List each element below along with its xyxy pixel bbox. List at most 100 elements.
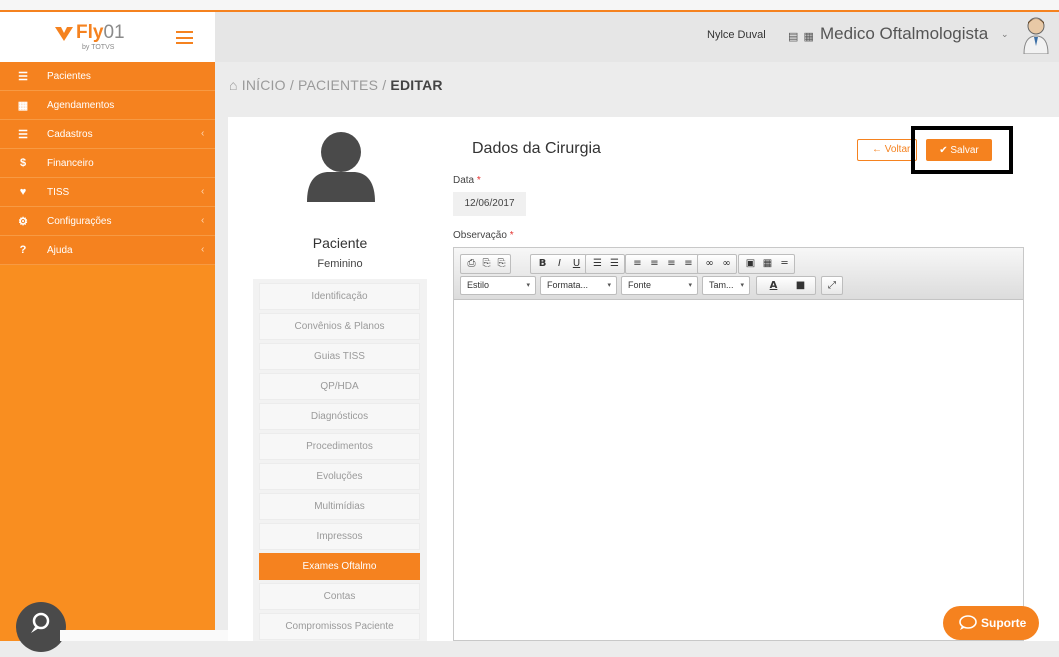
text-color-button[interactable]: A [760,277,787,295]
fly-logo-icon [55,27,73,41]
brand-area: Fly01 by TOTVS [0,10,215,62]
patient-menu-item[interactable]: Compromissos Paciente [259,613,420,640]
size-select[interactable]: Tam... ▾ [702,276,750,295]
patient-avatar-icon [307,132,375,202]
toolbar-group: ≡ ≡ ≡ ≡ [625,254,699,274]
format-select[interactable]: Formata... ▾ [540,276,617,295]
sidebar-item-6[interactable]: ? Ajuda ‹ [0,236,215,265]
rich-text-editor[interactable]: ⎙ ⎘ ⎘ B I U ☰ ☰ ≡ ≡ ≡ ≡ ∞ ∞ ▣ ▦ ═ Estilo ▾ Formata... ▾ Font… [453,247,1024,641]
image-icon[interactable]: ▣ [742,255,759,273]
chevron-down-icon: ▾ [688,282,692,289]
back-button[interactable]: ← Voltar [857,139,917,161]
horizontal-rule-icon[interactable]: ═ [776,255,793,273]
numbered-list-icon[interactable]: ☰ [589,255,606,273]
sidebar-item-label: Pacientes [47,71,91,82]
select-label: Estilo [467,280,490,290]
bold-button[interactable]: B [534,255,551,273]
patient-menu-item[interactable]: Procedimentos [259,433,420,460]
sidebar-item-label: Cadastros [47,129,93,140]
patient-menu-item[interactable]: Identificação [259,283,420,310]
data-label: Data * [453,175,481,186]
background-color-button[interactable]: ■ [787,277,814,295]
patient-menu-item[interactable]: Convênios & Planos [259,313,420,340]
date-field[interactable]: 12/06/2017 [453,192,526,216]
menu-toggle-icon[interactable] [176,31,193,44]
users-icon: ☰ [18,71,28,83]
doctor-avatar-icon[interactable] [1021,16,1051,54]
support-button[interactable]: Suporte [943,606,1039,640]
patient-menu-item[interactable]: Exames Oftalmo [259,553,420,580]
patient-menu-item[interactable]: Diagnósticos [259,403,420,430]
color-group: A ■ [756,276,816,295]
user-name[interactable]: Nylce Duval [707,29,766,41]
list-icon: ☰ [18,129,28,141]
paste-icon[interactable]: ⎘ [479,255,494,273]
select-label: Formata... [547,280,589,290]
sidebar-item-3[interactable]: $ Financeiro [0,149,215,178]
question-icon: ? [19,244,27,256]
maximize-group: ⤢ [821,276,843,295]
apps-grid-icon[interactable]: ▤ ▦ [788,30,815,43]
sidebar-item-2[interactable]: ☰ Cadastros ‹ [0,120,215,149]
style-select[interactable]: Estilo ▾ [460,276,536,295]
patient-menu-item[interactable]: Contas [259,583,420,610]
sidebar-item-4[interactable]: ♥ TISS ‹ [0,178,215,207]
patient-menu-item[interactable]: Multimídias [259,493,420,520]
sidebar-item-1[interactable]: ▦ Agendamentos [0,91,215,120]
chevron-down-icon: ▾ [740,282,744,289]
logo-text: Fly01 [76,22,125,43]
chevron-down-icon: ▾ [607,282,611,289]
font-select[interactable]: Fonte ▾ [621,276,698,295]
breadcrumb-home[interactable]: ⌂ INÍCIO [229,77,286,93]
highlight-box [911,126,1013,174]
underline-button[interactable]: U [568,255,585,273]
sidebar-item-label: Agendamentos [47,100,115,111]
align-left-icon[interactable]: ≡ [629,255,646,273]
patient-menu-item[interactable]: Impressos [259,523,420,550]
editor-body[interactable] [454,300,1023,640]
toolbar-group: ▣ ▦ ═ [738,254,795,274]
bullet-list-icon[interactable]: ☰ [606,255,623,273]
patient-title: Paciente [312,235,368,251]
chevron-left-icon: ‹ [201,186,205,197]
breadcrumb-current: EDITAR [390,77,443,93]
link-icon[interactable]: ∞ [701,255,718,273]
unlink-icon[interactable]: ∞ [718,255,735,273]
breadcrumb-pacientes[interactable]: PACIENTES [298,77,378,93]
sidebar-item-label: Configurações [47,216,112,227]
sidebar-item-label: TISS [47,187,70,198]
table-icon[interactable]: ▦ [759,255,776,273]
sidebar-item-label: Ajuda [47,245,73,256]
chevron-left-icon: ‹ [201,215,205,226]
observacao-label: Observação * [453,230,514,241]
top-header: Nylce Duval ▤ ▦ Medico Oftalmologista ⌄ [215,10,1059,62]
section-title: Dados da Cirurgia [472,140,601,157]
paste-text-icon[interactable]: ⎘ [494,255,509,273]
align-center-icon[interactable]: ≡ [646,255,663,273]
patient-menu-item[interactable]: Evoluções [259,463,420,490]
gear-icon: ⚙ [18,216,28,228]
print-icon[interactable]: ⎙ [464,255,479,273]
breadcrumb-separator: / [382,77,387,93]
breadcrumb: ⌂ INÍCIO / PACIENTES / EDITAR [229,77,443,93]
chat-bubble-icon [959,615,977,630]
italic-button[interactable]: I [551,255,568,273]
heartbeat-icon: ♥ [19,186,27,198]
sidebar-item-5[interactable]: ⚙ Configurações ‹ [0,207,215,236]
toolbar-group: ⎙ ⎘ ⎘ [460,254,511,274]
role-selector[interactable]: Medico Oftalmologista [820,24,988,44]
maximize-icon[interactable]: ⤢ [823,277,841,295]
chat-icon[interactable] [16,602,66,652]
justify-icon[interactable]: ≡ [680,255,697,273]
toolbar-group: BIU [530,254,587,274]
chevron-down-icon[interactable]: ⌄ [1001,29,1009,40]
align-right-icon[interactable]: ≡ [663,255,680,273]
calendar-icon: ▦ [17,100,29,112]
sidebar-item-0[interactable]: ☰ Pacientes [0,62,215,91]
select-label: Tam... [709,280,734,290]
patient-menu-item[interactable]: QP/HDA [259,373,420,400]
patient-menu-item[interactable]: Guias TISS [259,343,420,370]
patient-sex: Feminino [317,258,363,270]
toolbar-group: ☰ ☰ [585,254,625,274]
chevron-down-icon: ▾ [526,282,530,289]
